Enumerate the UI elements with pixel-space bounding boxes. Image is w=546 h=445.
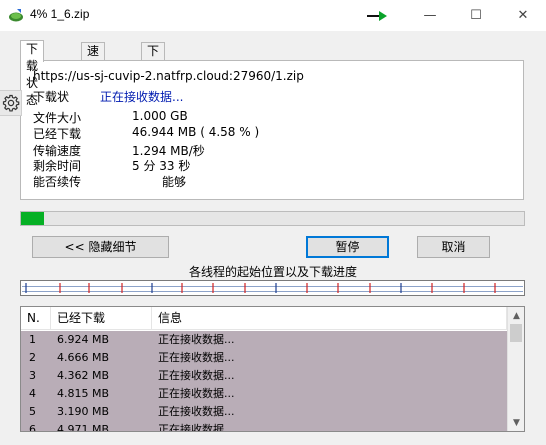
thread-number: 3: [29, 369, 36, 382]
speed-row: 传输速度 1.294 MB/秒: [21, 142, 521, 158]
thread-number: 6: [29, 423, 36, 432]
thread-downloaded: 4.666 MB: [57, 351, 110, 364]
thread-number: 2: [29, 351, 36, 364]
state-value: 正在接收数据...: [100, 90, 184, 104]
state-row: 下载状 正在接收数据...: [21, 88, 521, 104]
scroll-down-arrow-icon[interactable]: ▼: [508, 414, 524, 431]
thread-row[interactable]: 1 6.924 MB 正在接收数据...: [21, 331, 507, 349]
vertical-scrollbar[interactable]: ▲ ▼: [507, 307, 524, 431]
resume-value: 能够: [162, 175, 187, 189]
downloaded-label: 已经下载: [33, 127, 82, 141]
thread-number: 5: [29, 405, 36, 418]
cancel-button[interactable]: 取消: [417, 236, 490, 258]
thread-number: 1: [29, 333, 36, 346]
column-header-n[interactable]: N.: [21, 307, 51, 330]
column-header-info[interactable]: 信息: [152, 307, 507, 330]
minimize-to-tray-arrow-icon[interactable]: [366, 10, 388, 22]
thread-info: 正在接收数据...: [158, 351, 235, 364]
scroll-up-arrow-icon[interactable]: ▲: [508, 307, 524, 324]
thread-info: 正在接收数据...: [158, 333, 235, 346]
remaining-row: 剩余时间 5 分 33 秒: [21, 157, 521, 173]
thread-info: 正在接收数据...: [158, 405, 235, 418]
window-title: 4% 1_6.zip: [30, 7, 90, 21]
thread-row[interactable]: 4 4.815 MB 正在接收数据...: [21, 385, 507, 403]
thread-downloaded: 4.815 MB: [57, 387, 110, 400]
column-header-downloaded[interactable]: 已经下载: [51, 307, 152, 330]
thread-number: 4: [29, 387, 36, 400]
thread-info: 正在接收数据...: [158, 423, 235, 432]
thread-downloaded: 3.190 MB: [57, 405, 110, 418]
gear-icon: [2, 94, 19, 112]
pause-button[interactable]: 暂停: [306, 236, 389, 258]
download-progress-bar: [20, 211, 525, 226]
thread-row[interactable]: 2 4.666 MB 正在接收数据...: [21, 349, 507, 367]
thread-downloaded: 4.362 MB: [57, 369, 110, 382]
thread-list-header: N. 已经下载 信息: [21, 307, 507, 330]
status-panel: https://us-sj-cuvip-2.natfrp.cloud:27960…: [20, 60, 524, 200]
remaining-value: 5 分 33 秒: [132, 159, 191, 173]
minimize-button[interactable]: —: [407, 0, 453, 31]
tab-completion-options[interactable]: 下载完成选项: [141, 42, 166, 143]
thread-info: 正在接收数据...: [158, 369, 235, 382]
thread-downloaded: 6.924 MB: [57, 333, 110, 346]
thread-positions-bar: [20, 280, 525, 296]
download-progress-fill: [21, 212, 45, 225]
tab-speed-limit[interactable]: 速度限制: [81, 42, 106, 109]
file-size-row: 文件大小 1.000 GB: [21, 109, 521, 125]
threads-caption: 各线程的起始位置以及下载进度: [188, 265, 357, 279]
download-url: https://us-sj-cuvip-2.natfrp.cloud:27960…: [33, 69, 304, 83]
file-size-label: 文件大小: [33, 111, 82, 125]
state-label: 下载状: [33, 90, 70, 104]
hide-details-button[interactable]: << 隐藏细节: [32, 236, 169, 258]
scroll-thumb[interactable]: [510, 324, 522, 342]
resume-label: 能否续传: [33, 175, 82, 189]
settings-gear-button[interactable]: [0, 90, 22, 116]
downloaded-row: 已经下载 46.944 MB ( 4.58 % ): [21, 125, 521, 141]
thread-position-marks: [25, 283, 496, 293]
thread-row[interactable]: 3 4.362 MB 正在接收数据...: [21, 367, 507, 385]
title-bar: 4% 1_6.zip — ☐ ✕: [0, 0, 546, 31]
remaining-label: 剩余时间: [33, 159, 82, 173]
resume-row: 能否续传 能够: [21, 173, 521, 189]
thread-row[interactable]: 6 4.971 MB 正在接收数据...: [21, 421, 507, 432]
maximize-button[interactable]: ☐: [453, 0, 499, 31]
close-button[interactable]: ✕: [500, 0, 546, 31]
globe-download-icon: [9, 9, 23, 22]
thread-list-body: 1 6.924 MB 正在接收数据... 2 4.666 MB 正在接收数据... 3 4.3…: [21, 331, 507, 432]
file-size-value: 1.000 GB: [132, 109, 188, 123]
thread-row[interactable]: 5 3.190 MB 正在接收数据...: [21, 403, 507, 421]
thread-downloaded: 4.971 MB: [57, 423, 110, 432]
downloaded-value: 46.944 MB ( 4.58 % ): [132, 125, 260, 139]
thread-info: 正在接收数据...: [158, 387, 235, 400]
tab-download-status[interactable]: 下载状态: [20, 40, 45, 107]
thread-list[interactable]: N. 已经下载 信息 1 6.924 MB 正在接收数据... 2 4.666 MB 正在…: [20, 306, 525, 432]
